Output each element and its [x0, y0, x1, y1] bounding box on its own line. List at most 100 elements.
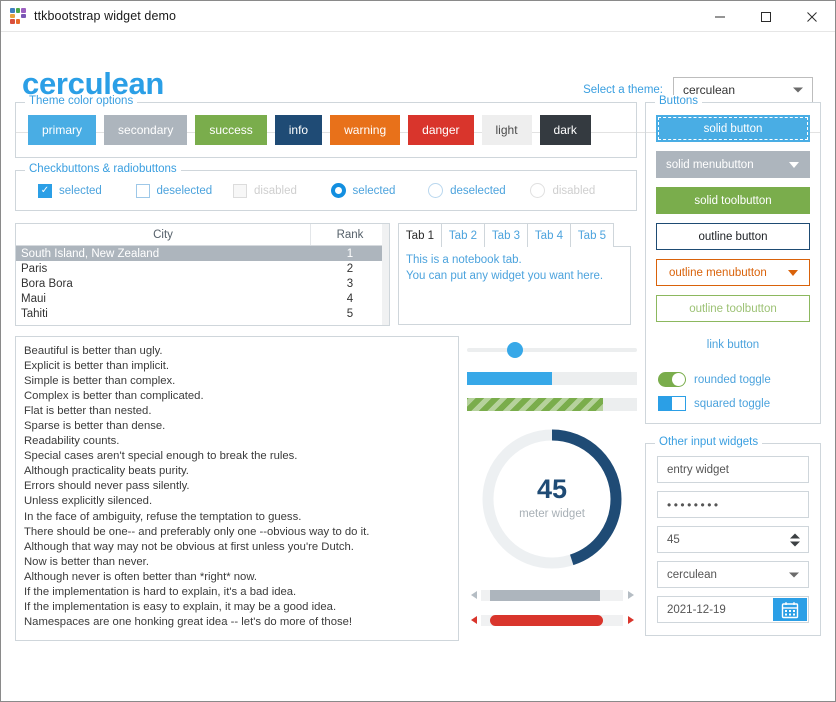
cell-city: Bora Bora: [16, 276, 311, 291]
progressbar-fill: [467, 372, 552, 385]
table-row[interactable]: Bora Bora 3: [16, 276, 389, 291]
password-entry-value: ••••••••: [667, 498, 721, 512]
scale-thumb[interactable]: [507, 342, 523, 358]
table-row[interactable]: Maui 4: [16, 291, 389, 306]
solid-menubutton[interactable]: solid menubutton: [656, 151, 810, 178]
spinbox[interactable]: 45: [657, 526, 809, 553]
main-body: Theme color options primary secondary su…: [1, 90, 835, 701]
radio-deselected[interactable]: deselected: [428, 183, 530, 198]
theme-color-buttons: primary secondary success info warning d…: [16, 103, 636, 157]
notebook-body-line-2: You can put any widget you want here.: [406, 269, 623, 285]
cell-rank: 3: [311, 276, 389, 291]
table-row[interactable]: Tahiti 5: [16, 306, 389, 321]
scrollbar-danger[interactable]: [467, 613, 637, 627]
scrollbar-trough[interactable]: [481, 615, 623, 626]
color-button-info[interactable]: info: [275, 115, 322, 145]
column-header-city[interactable]: City: [16, 224, 311, 245]
radio-selected[interactable]: selected: [331, 183, 429, 198]
entry-widget[interactable]: entry widget: [657, 456, 809, 483]
radio-checked-icon: [331, 183, 346, 198]
zen-line: Sparse is better than dense.: [24, 419, 450, 434]
outline-button[interactable]: outline button: [656, 223, 810, 250]
zen-text-widget[interactable]: Beautiful is better than ugly. Explicit …: [15, 336, 459, 641]
checkbox-deselected[interactable]: deselected: [136, 184, 234, 198]
chevron-right-icon[interactable]: [623, 616, 637, 624]
chevron-down-icon[interactable]: [790, 541, 800, 546]
scrollbar-thumb[interactable]: [490, 615, 604, 626]
zen-line: Unless explicitly silenced.: [24, 494, 450, 509]
color-button-warning[interactable]: warning: [330, 115, 400, 145]
chevron-up-icon[interactable]: [790, 533, 800, 538]
tab-4[interactable]: Tab 4: [527, 223, 571, 247]
radio-disabled-label: disabled: [552, 185, 595, 197]
chevron-right-icon[interactable]: [623, 591, 637, 599]
table-row[interactable]: South Island, New Zealand 1: [16, 246, 389, 261]
checkbuttons-radiobuttons-title: Checkbuttons & radiobuttons: [25, 163, 181, 175]
scale-track: [467, 348, 637, 352]
zen-line: If the implementation is hard to explain…: [24, 585, 450, 600]
city-treeview[interactable]: City Rank South Island, New Zealand 1 Pa…: [15, 223, 390, 326]
chevron-left-icon[interactable]: [467, 616, 481, 624]
tab-5[interactable]: Tab 5: [570, 223, 614, 247]
color-button-primary[interactable]: primary: [28, 115, 96, 145]
link-button[interactable]: link button: [656, 331, 810, 358]
combobox-value: cerculean: [667, 569, 717, 581]
radio-selected-label: selected: [353, 185, 396, 197]
tab-2[interactable]: Tab 2: [441, 223, 485, 247]
color-button-light[interactable]: light: [482, 115, 532, 145]
maximize-icon[interactable]: [743, 1, 789, 32]
zen-line: Flat is better than nested.: [24, 404, 450, 419]
zen-line: Beautiful is better than ugly.: [24, 344, 450, 359]
theme-color-options-title: Theme color options: [25, 95, 137, 107]
rounded-toggle[interactable]: rounded toggle: [658, 372, 810, 387]
scrollbar-secondary[interactable]: [467, 588, 637, 602]
table-row[interactable]: Paris 2: [16, 261, 389, 276]
app-grid-icon: [10, 8, 26, 24]
radio-deselected-label: deselected: [450, 185, 506, 197]
date-entry[interactable]: 2021-12-19: [657, 596, 809, 623]
treeview-header: City Rank: [16, 224, 389, 246]
solid-toolbutton[interactable]: solid toolbutton: [656, 187, 810, 214]
calendar-icon[interactable]: [773, 598, 807, 621]
scale-slider[interactable]: [467, 341, 637, 359]
outline-toolbutton[interactable]: outline toolbutton: [656, 295, 810, 322]
column-header-rank[interactable]: Rank: [311, 224, 389, 245]
toggles-stack: rounded toggle squared toggle: [646, 370, 820, 423]
color-button-secondary[interactable]: secondary: [104, 115, 187, 145]
checkbox-unchecked-icon: [136, 184, 150, 198]
zen-line: Although that way may not be obvious at …: [24, 540, 450, 555]
spinbox-value: 45: [667, 534, 680, 546]
cell-city: South Island, New Zealand: [16, 246, 311, 261]
checkbox-selected[interactable]: selected: [38, 184, 136, 198]
solid-button[interactable]: solid button: [656, 115, 810, 142]
toggle-square-on-icon: [658, 396, 686, 411]
date-entry-value: 2021-12-19: [667, 604, 726, 616]
tab-3[interactable]: Tab 3: [484, 223, 528, 247]
zen-line: There should be one-- and preferably onl…: [24, 525, 450, 540]
app-window: ttkbootstrap widget demo cerculean Selec…: [0, 0, 836, 702]
color-button-dark[interactable]: dark: [540, 115, 591, 145]
color-button-danger[interactable]: danger: [408, 115, 473, 145]
squared-toggle[interactable]: squared toggle: [658, 396, 810, 411]
zen-line: If the implementation is easy to explain…: [24, 600, 450, 615]
checkbox-checked-icon: [38, 184, 52, 198]
checkbox-deselected-label: deselected: [157, 185, 213, 197]
tab-1[interactable]: Tab 1: [398, 223, 442, 247]
scrollbar-trough[interactable]: [481, 590, 623, 601]
color-button-success[interactable]: success: [195, 115, 266, 145]
scrollbar-thumb[interactable]: [490, 590, 601, 601]
password-entry[interactable]: ••••••••: [657, 491, 809, 518]
minimize-icon[interactable]: [697, 1, 743, 32]
zen-line: Readability counts.: [24, 434, 450, 449]
cell-city: Maui: [16, 291, 311, 306]
notebook-body: This is a notebook tab. You can put any …: [398, 246, 631, 325]
combobox[interactable]: cerculean: [657, 561, 809, 588]
chevron-left-icon[interactable]: [467, 591, 481, 599]
zen-line: Special cases aren't special enough to b…: [24, 449, 450, 464]
treeview-scrollbar[interactable]: [382, 224, 389, 325]
spinbox-stepper[interactable]: [790, 533, 800, 546]
close-icon[interactable]: [789, 1, 835, 32]
zen-line: Now is better than never.: [24, 555, 450, 570]
meter-widget: 45 meter widget: [467, 421, 637, 577]
outline-menubutton[interactable]: outline menubutton: [656, 259, 810, 286]
